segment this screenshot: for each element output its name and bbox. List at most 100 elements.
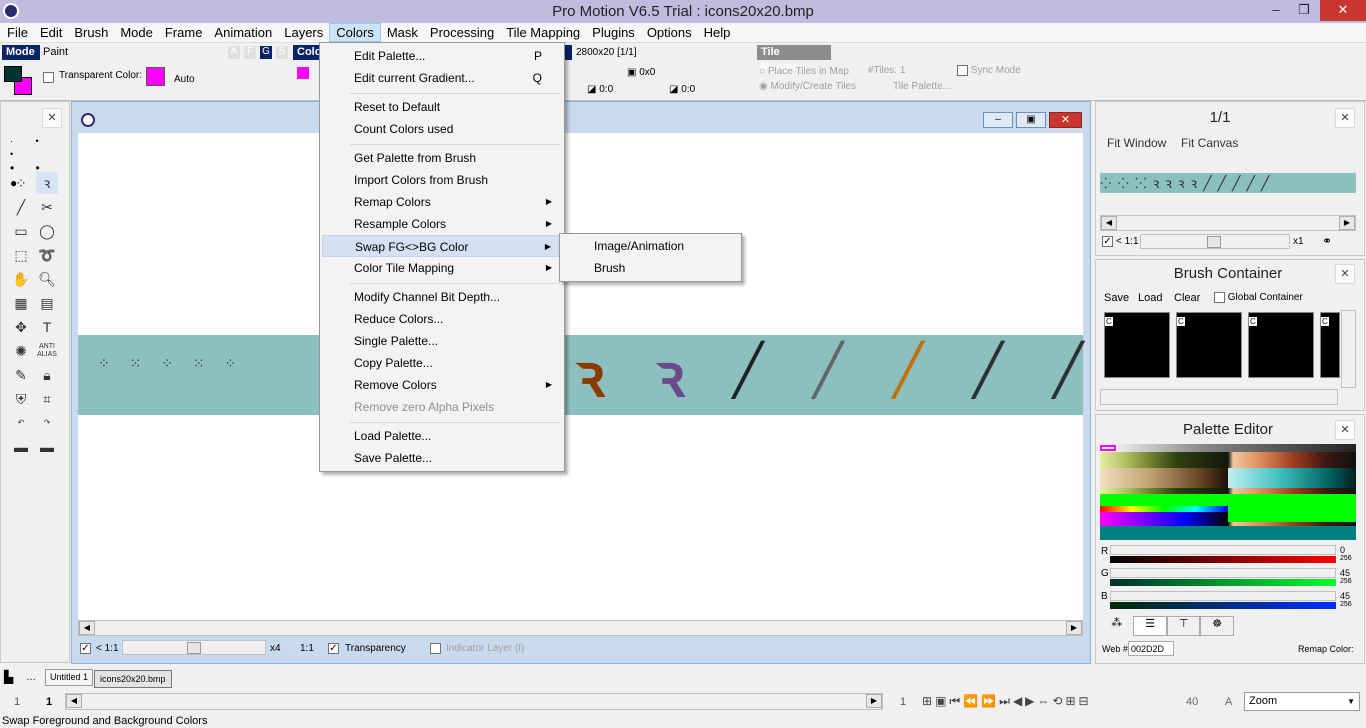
menu-colors[interactable]: Colors	[329, 23, 381, 42]
menu-animation[interactable]: Animation	[208, 23, 278, 42]
close-button[interactable]: ✕	[1320, 0, 1366, 21]
tile-palette-button[interactable]: Tile Palette...	[893, 81, 951, 92]
curve-tool-icon[interactable]: ✂	[36, 196, 58, 218]
preview-close-button[interactable]: ✕	[1335, 108, 1355, 128]
brush-slot-4[interactable]: C	[1320, 312, 1340, 378]
tabs-more-icon[interactable]: …	[26, 672, 36, 683]
brush-clear-button[interactable]: Clear	[1174, 292, 1200, 304]
lock-icon[interactable]: 🔒︎	[36, 364, 58, 386]
first-frame-icon[interactable]: ⏮	[949, 694, 960, 712]
layer-icon[interactable]: ▤	[36, 292, 58, 314]
preview-zoom-thumb[interactable]	[1207, 236, 1221, 248]
menu-plugins[interactable]: Plugins	[586, 23, 641, 42]
mode-s-button[interactable]: S	[276, 46, 288, 59]
tab-gradient-icon[interactable]: ☰	[1133, 616, 1167, 636]
line-tool-icon[interactable]: ╱	[10, 196, 32, 218]
play-icon[interactable]: ⇔	[1037, 694, 1049, 712]
frame-props-icon[interactable]: ▣	[935, 694, 946, 712]
brush-save-button[interactable]: Save	[1104, 292, 1129, 304]
menu-reset-default[interactable]: Reset to Default	[322, 96, 562, 118]
zoom-checkbox[interactable]	[80, 643, 91, 654]
minus-tool-icon[interactable]: ▬	[10, 436, 32, 458]
text-tool-icon[interactable]: T	[36, 316, 58, 338]
tab-untitled[interactable]: Untitled 1	[45, 669, 94, 686]
submenu-brush[interactable]: Brush	[562, 257, 739, 279]
modify-tiles-radio[interactable]: ◉ Modify/Create Tiles	[759, 81, 856, 92]
redo-icon[interactable]: ↷	[36, 412, 58, 434]
menu-color-tile-mapping[interactable]: Color Tile Mapping ▶	[322, 257, 562, 279]
menu-resample-colors[interactable]: Resample Colors ▶	[322, 213, 562, 235]
frame-slider-right[interactable]: ▶	[866, 694, 882, 708]
tab-palette-icon[interactable]: ⁂	[1100, 616, 1133, 636]
fit-canvas-button[interactable]: Fit Canvas	[1181, 136, 1238, 150]
delete-frame-icon[interactable]: ⊟	[1079, 694, 1089, 712]
bar-tool-icon[interactable]: ▬	[36, 436, 58, 458]
menu-tile-mapping[interactable]: Tile Mapping	[500, 23, 586, 42]
menu-reduce-colors[interactable]: Reduce Colors...	[322, 308, 562, 330]
stamp-icon[interactable]: ✥	[10, 316, 32, 338]
menu-remove-colors[interactable]: Remove Colors ▶	[322, 374, 562, 396]
zoom-slider-thumb[interactable]	[187, 642, 201, 654]
sync-mode-checkbox[interactable]: Sync Mode	[957, 65, 1021, 76]
menu-get-palette-brush[interactable]: Get Palette from Brush	[322, 147, 562, 169]
next-frame-icon[interactable]: ▶	[1025, 694, 1034, 712]
menu-single-palette[interactable]: Single Palette...	[322, 330, 562, 352]
preview-zoom-slider[interactable]	[1140, 234, 1290, 249]
transparent-color-swatch[interactable]	[146, 67, 165, 86]
next-fast-icon[interactable]: ⏩	[981, 694, 996, 712]
brush-size-dots[interactable]: · • • • • ●	[10, 135, 62, 190]
submenu-image-animation[interactable]: Image/Animation	[562, 235, 739, 257]
preview-scroll-left[interactable]: ◀	[1101, 216, 1117, 230]
eyedropper-icon[interactable]: ✎	[10, 364, 32, 386]
link-icon[interactable]: ⚭	[1322, 234, 1332, 248]
menu-edit-palette[interactable]: Edit Palette... P	[322, 45, 562, 67]
brush-vscroll[interactable]	[1341, 310, 1356, 388]
zoom-slider[interactable]	[122, 640, 266, 655]
menu-edit-gradient[interactable]: Edit current Gradient... Q	[322, 67, 562, 89]
b-slider[interactable]	[1110, 591, 1336, 601]
insert-frame-icon[interactable]: ⊞	[1065, 694, 1075, 712]
shield-icon[interactable]: ⛨	[10, 388, 32, 410]
freehand-tool-icon[interactable]: ꝛ	[36, 172, 58, 194]
menu-options[interactable]: Options	[641, 23, 698, 42]
menu-processing[interactable]: Processing	[424, 23, 500, 42]
doc-minimize-button[interactable]: –	[983, 112, 1013, 128]
preview-scroll-right[interactable]: ▶	[1339, 216, 1355, 230]
zoom-select[interactable]: Zoom ▼	[1244, 692, 1360, 711]
prev-fast-icon[interactable]: ⏪	[963, 694, 978, 712]
menu-swap-fg-bg[interactable]: Swap FG<>BG Color ▶	[322, 235, 562, 257]
preview-zoom-checkbox[interactable]	[1102, 236, 1113, 247]
select-rect-icon[interactable]: ⬚	[10, 244, 32, 266]
menu-edit[interactable]: Edit	[34, 23, 68, 42]
mode-value[interactable]: Paint	[43, 46, 68, 58]
global-container-checkbox[interactable]: Global Container	[1214, 292, 1303, 303]
tools-close-button[interactable]: ✕	[42, 108, 62, 128]
menu-remap-colors[interactable]: Remap Colors ▶	[322, 191, 562, 213]
menu-modify-bit-depth[interactable]: Modify Channel Bit Depth...	[322, 286, 562, 308]
fit-window-button[interactable]: Fit Window	[1107, 136, 1166, 150]
menu-help[interactable]: Help	[698, 23, 737, 42]
transparency-checkbox[interactable]	[328, 643, 339, 654]
palette-grid[interactable]	[1100, 444, 1356, 540]
circle-tool-icon[interactable]: ◯	[36, 220, 58, 242]
menu-layers[interactable]: Layers	[278, 23, 329, 42]
add-frame-icon[interactable]: ⊞	[922, 694, 932, 712]
symmetry-icon[interactable]: ✺	[10, 340, 32, 362]
fill-tool-icon[interactable]: ✋	[10, 268, 32, 290]
tab-tools-icon[interactable]: ⊤	[1166, 616, 1201, 636]
transparent-color-checkbox[interactable]	[43, 72, 54, 84]
menu-mask[interactable]: Mask	[381, 23, 424, 42]
tabs-menu-icon[interactable]: ▙	[4, 670, 13, 684]
tab-icons-bmp[interactable]: icons20x20.bmp	[94, 670, 172, 688]
brush-slot-2[interactable]: C	[1176, 312, 1242, 378]
spray-tool-icon[interactable]: ⁘	[10, 172, 32, 194]
web-color-input[interactable]: 002D2D	[1128, 641, 1174, 656]
menu-save-palette[interactable]: Save Palette...	[322, 447, 562, 469]
menu-load-palette[interactable]: Load Palette...	[322, 425, 562, 447]
canvas-hscroll[interactable]: ◀ ▶	[78, 620, 1083, 636]
mode-a-button[interactable]: A	[228, 46, 240, 59]
crop-icon[interactable]: ⌗	[36, 388, 58, 410]
menu-frame[interactable]: Frame	[159, 23, 209, 42]
menu-copy-palette[interactable]: Copy Palette...	[322, 352, 562, 374]
image-strip[interactable]: ꝛ ꝛ ╱ ╱ ╱ ╱ ╱ ⁘ ⁙ ⁘ ⁙ ⁘	[78, 335, 1083, 415]
